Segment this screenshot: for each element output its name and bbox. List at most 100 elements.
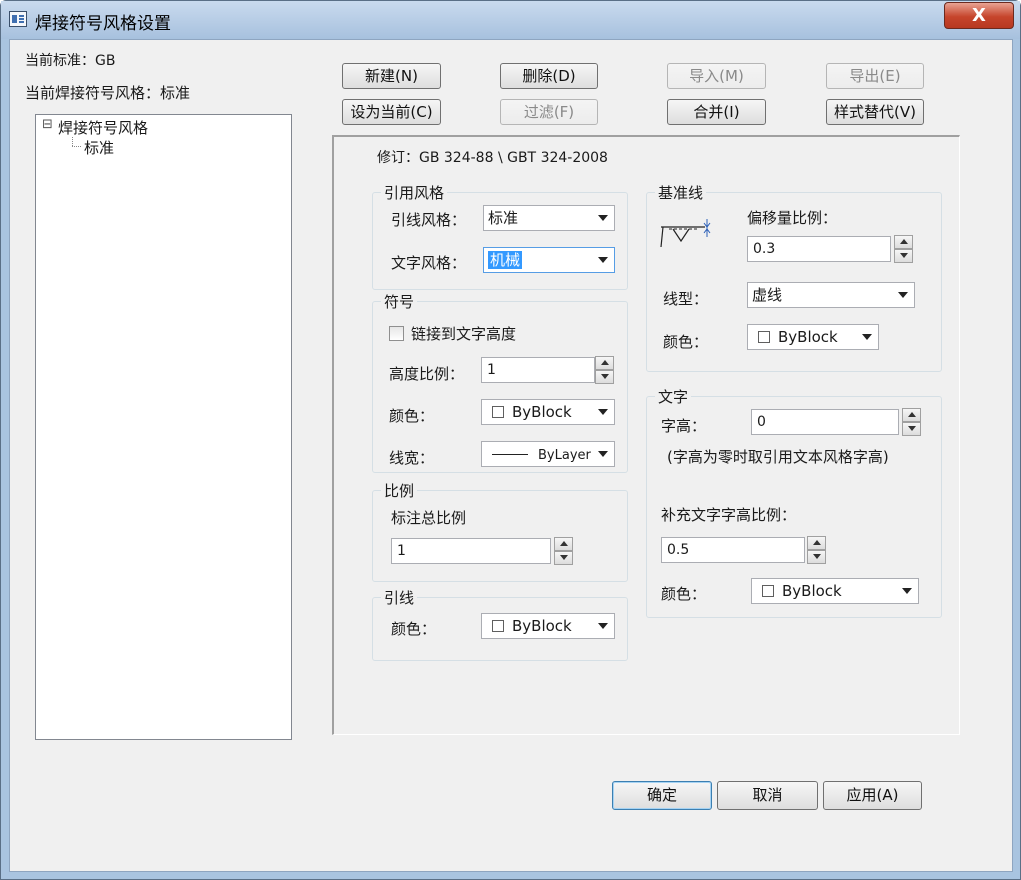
- current-style-label: 当前焊接符号风格：标准: [25, 84, 191, 102]
- spin-up-icon[interactable]: [554, 537, 573, 551]
- text-height-stepper[interactable]: [902, 408, 921, 436]
- supp-text-ratio-label: 补充文字字高比例：: [661, 506, 797, 524]
- text-style-value: 机械: [488, 251, 523, 269]
- tree-item-root[interactable]: 焊接符号风格: [58, 117, 148, 138]
- symbol-color-select[interactable]: ByBlock: [481, 399, 615, 425]
- color-swatch-icon: [492, 620, 504, 632]
- link-text-height-label: 链接到文字高度: [411, 325, 517, 343]
- linetype-select[interactable]: 虚线: [747, 282, 915, 308]
- text-height-note: (字高为零时取引用文本风格字高): [667, 448, 889, 466]
- chevron-down-icon: [598, 409, 608, 415]
- tree-collapse-icon[interactable]: ⊟: [42, 117, 53, 132]
- ref-style-group: 引用风格 引线风格： 标准 文字风格： 机械: [372, 182, 628, 290]
- spin-up-icon[interactable]: [894, 235, 913, 249]
- leader-style-value: 标准: [488, 209, 519, 227]
- app-icon: [9, 11, 27, 27]
- color-swatch-icon: [492, 406, 504, 418]
- baseline-color-select[interactable]: ByBlock: [747, 324, 879, 350]
- linetype-label: 线型：: [663, 290, 709, 308]
- baseline-title: 基准线: [655, 182, 707, 203]
- line-sample-icon: [492, 454, 528, 455]
- height-ratio-stepper[interactable]: [595, 356, 614, 384]
- leader-style-select[interactable]: 标准: [483, 205, 615, 231]
- offset-ratio-stepper[interactable]: [894, 235, 913, 263]
- color-swatch-icon: [758, 331, 770, 343]
- current-standard-label: 当前标准：GB: [25, 53, 116, 69]
- spin-up-icon[interactable]: [807, 536, 826, 550]
- height-ratio-label: 高度比例：: [389, 365, 465, 383]
- leader-group: 引线 颜色： ByBlock: [372, 587, 628, 661]
- close-button[interactable]: X: [944, 2, 1014, 29]
- spin-down-icon[interactable]: [595, 370, 614, 384]
- overall-scale-label: 标注总比例: [391, 509, 467, 527]
- text-style-label: 文字风格：: [391, 254, 467, 272]
- supp-text-ratio-input[interactable]: 0.5: [661, 537, 805, 563]
- text-color-label: 颜色：: [661, 585, 707, 603]
- cancel-button[interactable]: 取消: [717, 781, 818, 810]
- dialog-client: 当前标准：GB 当前焊接符号风格：标准 ⊟ 焊接符号风格 标准 新建(N) 删除…: [9, 39, 1013, 872]
- title-bar[interactable]: 焊接符号风格设置 X: [1, 1, 1020, 39]
- ok-button[interactable]: 确定: [612, 781, 712, 810]
- leader-color-value: ByBlock: [512, 617, 572, 635]
- tree-connector-h: [72, 146, 81, 147]
- spin-down-icon[interactable]: [902, 422, 921, 436]
- symbol-title: 符号: [381, 291, 418, 312]
- chevron-down-icon: [598, 257, 608, 263]
- chevron-down-icon: [598, 623, 608, 629]
- color-swatch-icon: [762, 585, 774, 597]
- revision-label: 修订：GB 324-88 \ GBT 324-2008: [377, 150, 608, 166]
- import-button[interactable]: 导入(M): [667, 63, 766, 89]
- delete-button[interactable]: 删除(D): [500, 63, 598, 89]
- spin-up-icon[interactable]: [902, 408, 921, 422]
- baseline-color-value: ByBlock: [778, 328, 838, 346]
- text-color-select[interactable]: ByBlock: [751, 578, 919, 604]
- height-ratio-input[interactable]: 1: [481, 357, 595, 383]
- overall-scale-input[interactable]: 1: [391, 538, 551, 564]
- leader-color-select[interactable]: ByBlock: [481, 613, 615, 639]
- chevron-down-icon: [862, 334, 872, 340]
- text-group: 文字 字高： 0 (字高为零时取引用文本风格字高) 补充文字字高比例： 0.5 …: [646, 386, 942, 618]
- chevron-down-icon: [598, 451, 608, 457]
- baseline-color-label: 颜色：: [663, 333, 709, 351]
- scale-title: 比例: [381, 480, 418, 501]
- linetype-value: 虚线: [752, 286, 783, 304]
- spin-down-icon[interactable]: [894, 249, 913, 263]
- chevron-down-icon: [598, 215, 608, 221]
- text-height-input[interactable]: 0: [751, 409, 899, 435]
- apply-button[interactable]: 应用(A): [823, 781, 922, 810]
- style-tree[interactable]: ⊟ 焊接符号风格 标准: [35, 114, 292, 740]
- tree-item-standard[interactable]: 标准: [84, 137, 114, 158]
- spin-down-icon[interactable]: [554, 551, 573, 565]
- chevron-down-icon: [898, 292, 908, 298]
- dialog-window: 焊接符号风格设置 X 当前标准：GB 当前焊接符号风格：标准 ⊟ 焊接符号风格 …: [0, 0, 1021, 880]
- symbol-color-value: ByBlock: [512, 403, 572, 421]
- ref-style-title: 引用风格: [381, 182, 448, 203]
- lineweight-select[interactable]: ByLayer: [481, 441, 615, 467]
- offset-ratio-label: 偏移量比例：: [747, 209, 838, 227]
- text-height-label: 字高：: [661, 417, 707, 435]
- text-color-value: ByBlock: [782, 582, 842, 600]
- text-style-select[interactable]: 机械: [483, 247, 615, 273]
- symbol-group: 符号 链接到文字高度 高度比例： 1 颜色： ByBlock 线宽： ByLay…: [372, 291, 628, 473]
- style-settings-panel: 修订：GB 324-88 \ GBT 324-2008 引用风格 引线风格： 标…: [332, 135, 960, 735]
- lineweight-value: ByLayer: [538, 448, 591, 463]
- leader-title: 引线: [381, 587, 418, 608]
- new-button[interactable]: 新建(N): [342, 63, 441, 89]
- text-title: 文字: [655, 386, 692, 407]
- overall-scale-stepper[interactable]: [554, 537, 573, 565]
- style-override-button[interactable]: 样式替代(V): [826, 99, 924, 125]
- spin-down-icon[interactable]: [807, 550, 826, 564]
- supp-text-ratio-stepper[interactable]: [807, 536, 826, 564]
- export-button[interactable]: 导出(E): [826, 63, 924, 89]
- lineweight-label: 线宽：: [389, 449, 435, 467]
- chevron-down-icon: [902, 588, 912, 594]
- leader-style-label: 引线风格：: [391, 211, 467, 229]
- filter-button[interactable]: 过滤(F): [500, 99, 598, 125]
- link-text-height-checkbox[interactable]: [389, 326, 404, 341]
- set-current-button[interactable]: 设为当前(C): [342, 99, 441, 125]
- offset-ratio-input[interactable]: 0.3: [747, 236, 891, 262]
- spin-up-icon[interactable]: [595, 356, 614, 370]
- scale-group: 比例 标注总比例 1: [372, 480, 628, 582]
- merge-button[interactable]: 合并(I): [667, 99, 766, 125]
- tree-connector: [72, 137, 73, 146]
